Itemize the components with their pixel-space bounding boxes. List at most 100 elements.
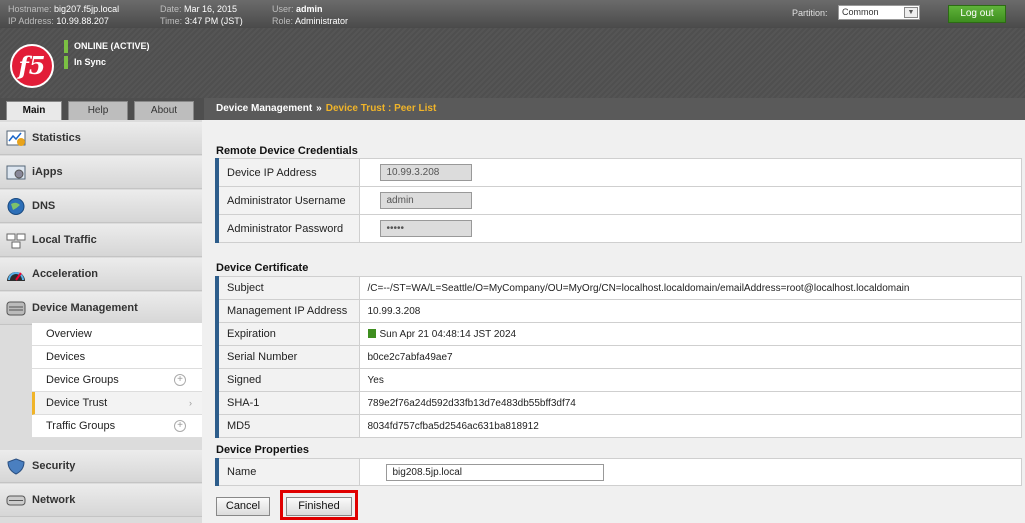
tab-help[interactable]: Help [68,101,128,120]
hostname-label: Hostname: [8,4,52,14]
field-value: /C=--/ST=WA/L=Seattle/O=MyCompany/OU=MyO… [358,276,1022,300]
table-row: Serial Number b0ce2c7abfa49ae7 [215,345,1022,369]
table-row: Expiration Sun Apr 21 04:48:14 JST 2024 [215,322,1022,346]
certificate-table: Subject/C=--/ST=WA/L=Seattle/O=MyCompany… [215,276,1022,438]
field-cell: Sun Apr 21 04:48:14 JST 2024 [358,322,1022,346]
top-status-bar: Hostname: big207.f5jp.local IP Address: … [0,0,1025,28]
date-label: Date: [160,4,182,14]
statistics-icon [6,130,26,146]
hostname-value: big207.f5jp.local [54,4,120,14]
tab-about[interactable]: About [134,101,194,120]
section-title-certificate: Device Certificate [216,262,309,274]
sidebar-item-statistics[interactable]: Statistics [0,122,202,155]
breadcrumb: Device Management » Device Trust : Peer Li… [204,98,1025,120]
date-value: Mar 16, 2015 [184,4,238,14]
sidebar-item-acceleration[interactable]: Acceleration [0,258,202,291]
field-label: Expiration [215,322,360,346]
partition-label: Partition: [792,8,828,18]
sidebar-subitem-label: Traffic Groups [46,420,116,432]
field-value: Yes [358,368,1022,392]
sidebar-item-label: Device Management [32,302,138,314]
date-info: Date: Mar 16, 2015 Time: 3:47 PM (JST) [160,3,243,27]
field-value: b0ce2c7abfa49ae7 [358,345,1022,369]
role-value: Administrator [295,16,349,26]
table-row: Subject/C=--/ST=WA/L=Seattle/O=MyCompany… [215,276,1022,300]
device-name-field[interactable]: big208.5jp.local [385,463,604,481]
sidebar-item-device-management[interactable]: Device Management [0,292,202,325]
f5-logo: f5 [10,44,54,88]
sidebar-subitem-traffic-groups[interactable]: Traffic Groups + [32,415,202,438]
section-title-properties: Device Properties [216,444,309,456]
breadcrumb-parent[interactable]: Device Management [216,103,312,114]
field-value: 8034fd757cfba5d2546ac631ba818912 [358,414,1022,438]
field-cell: admin [358,186,1022,215]
table-row: Device IP Address 10.99.3.208 [215,158,1022,187]
add-icon[interactable]: + [174,374,186,386]
sidebar-subitem-devices[interactable]: Devices [32,346,202,369]
time-value: 3:47 PM (JST) [184,16,243,26]
field-label: MD5 [215,414,360,438]
admin-password-field[interactable]: ••••• [379,220,472,237]
sidebar-item-label: Statistics [32,132,81,144]
main-content: Remote Device Credentials Device IP Addr… [202,120,1025,523]
tab-main[interactable]: Main [6,101,62,120]
credentials-table: Device IP Address 10.99.3.208 Administrat… [215,158,1022,243]
flag-icon [367,329,376,339]
role-label: Role: [272,16,294,26]
field-label: Administrator Password [215,214,360,243]
properties-table: Name big208.5jp.local [215,458,1022,486]
field-label: Name [215,458,360,486]
time-label: Time: [160,16,183,26]
field-label: Device IP Address [215,158,360,187]
user-info: User: admin Role: Administrator [272,3,348,27]
partition-value: Common [842,7,879,17]
table-row: Management IP Address 10.99.3.208 [215,299,1022,323]
chevron-down-icon[interactable]: ▼ [904,7,918,18]
partition-select[interactable]: Common ▼ [838,5,920,20]
sidebar-item-security[interactable]: Security [0,450,202,483]
acceleration-icon [7,272,25,281]
sidebar-item-network[interactable]: Network [0,484,202,517]
breadcrumb-current[interactable]: Device Trust : Peer List [326,103,437,114]
chevron-right-icon: › [189,398,192,408]
field-cell: 10.99.3.208 [358,158,1022,187]
sidebar-subitem-label: Device Trust [46,397,108,409]
add-icon[interactable]: + [174,420,186,432]
network-icon [6,495,26,506]
sidebar-subitem-overview[interactable]: Overview [32,323,202,346]
table-row: Administrator Password ••••• [215,214,1022,243]
section-title-credentials: Remote Device Credentials [216,145,358,157]
cancel-button[interactable]: Cancel [216,497,270,516]
sidebar-item-dns[interactable]: DNS [0,190,202,223]
user-value: admin [296,4,323,14]
field-value: 10.99.3.208 [358,299,1022,323]
field-cell: ••••• [358,214,1022,243]
logout-button[interactable]: Log out [948,5,1006,23]
device-ip-field[interactable]: 10.99.3.208 [379,164,472,181]
admin-username-field[interactable]: admin [379,192,472,209]
field-cell: big208.5jp.local [358,458,1022,486]
sidebar-item-iapps[interactable]: iApps [0,156,202,189]
status-online: ONLINE (ACTIVE) [64,40,150,53]
field-value: 789e2f76a24d592d33fb13d7e483db55bff3df74 [358,391,1022,415]
field-label: Signed [215,368,360,392]
table-row: SHA-1 789e2f76a24d592d33fb13d7e483db55bff… [215,391,1022,415]
sidebar-item-label: DNS [32,200,56,212]
user-label: User: [272,4,294,14]
field-label: Serial Number [215,345,360,369]
ip-label: IP Address: [8,16,54,26]
highlight-box [280,490,358,520]
field-label: SHA-1 [215,391,360,415]
sidebar-item-label: Local Traffic [32,234,97,246]
sidebar-subitem-device-groups[interactable]: Device Groups + [32,369,202,392]
host-info: Hostname: big207.f5jp.local IP Address: … [8,3,119,27]
brand-header: f5 ONLINE (ACTIVE) In Sync [0,28,1025,98]
device-management-icon [6,301,26,316]
sidebar-item-local-traffic[interactable]: Local Traffic [0,224,202,257]
sidebar: Statistics iApps DNS Local Traffic Accel… [0,120,202,523]
ip-value: 10.99.88.207 [56,16,109,26]
status-sync: In Sync [64,56,106,69]
sidebar-subitem-device-trust[interactable]: Device Trust › [32,392,202,415]
security-icon [7,458,25,475]
dns-icon [7,198,25,215]
